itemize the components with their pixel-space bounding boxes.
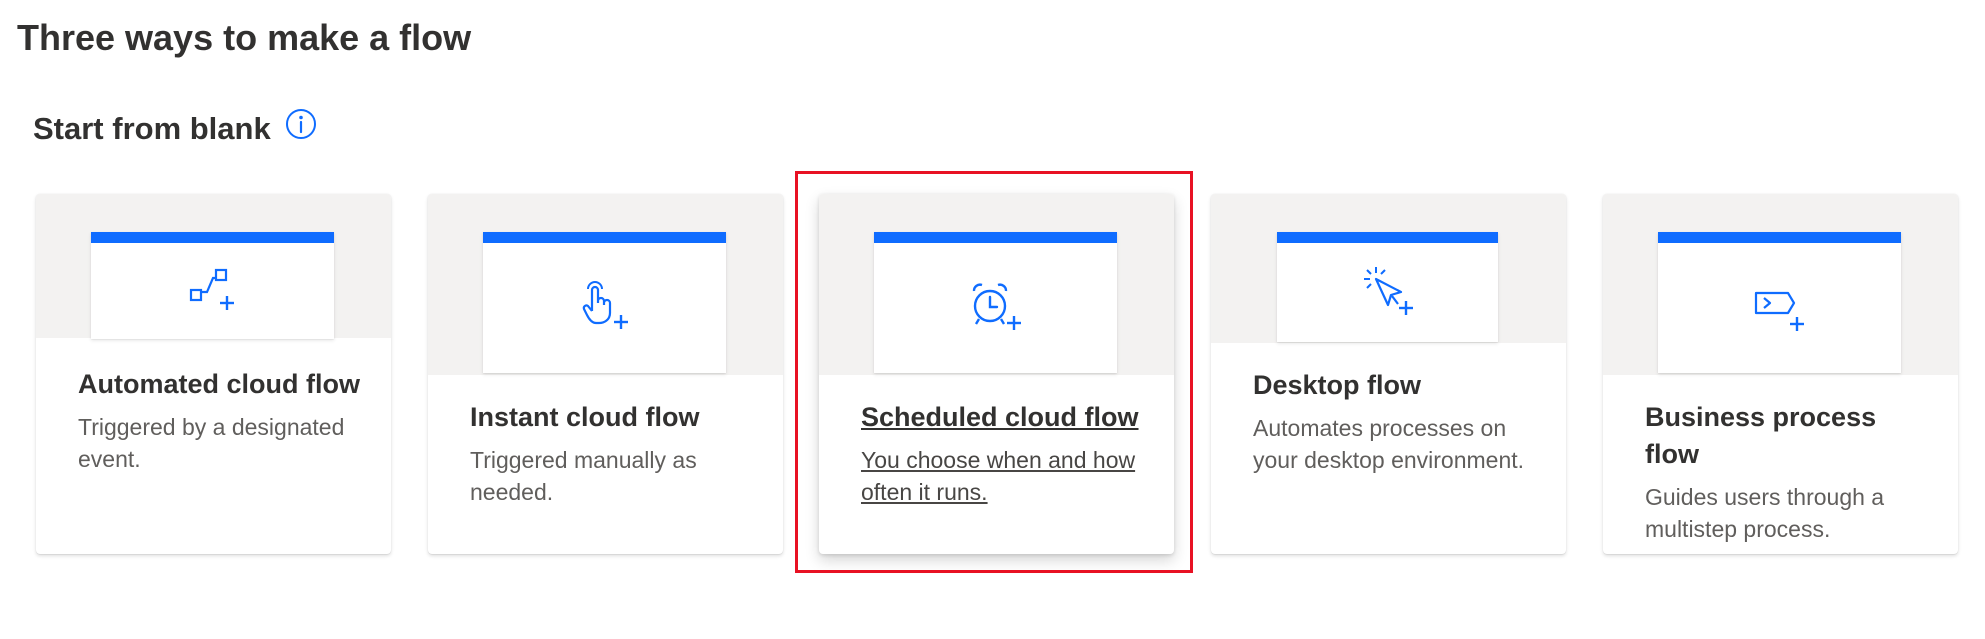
card-description: You choose when and how often it runs. [861, 447, 1136, 505]
card-title: Desktop flow [1253, 370, 1422, 400]
card-title: Instant cloud flow [470, 402, 700, 432]
card-body: Desktop flow Automates processes on your… [1253, 367, 1542, 476]
card-description: Triggered manually as needed. [470, 447, 697, 505]
section-header: Start from blank [33, 107, 319, 151]
section-title: Start from blank [33, 111, 271, 146]
alarm-clock-icon [972, 282, 1021, 330]
card-illustration [1603, 194, 1958, 375]
connected-nodes-icon [189, 268, 234, 310]
window-title-bar [91, 232, 334, 243]
card-body: Automated cloud flow Triggered by a desi… [78, 366, 367, 475]
card-automated-cloud-flow[interactable]: Automated cloud flow Triggered by a desi… [36, 194, 391, 554]
card-title: Automated cloud flow [78, 369, 360, 399]
card-desktop-flow[interactable]: Desktop flow Automates processes on your… [1211, 194, 1566, 554]
window-title-bar [1658, 232, 1901, 243]
card-window-illustration [91, 232, 334, 339]
card-business-process-flow[interactable]: Business process flow Guides users throu… [1603, 194, 1958, 554]
card-body: Scheduled cloud flow You choose when and… [861, 399, 1150, 508]
window-title-bar [874, 232, 1117, 243]
card-window-illustration [1658, 232, 1901, 373]
card-body: Business process flow Guides users throu… [1645, 399, 1934, 545]
card-description: Triggered by a designated event. [78, 414, 345, 472]
card-title: Scheduled cloud flow [861, 402, 1139, 432]
card-window-illustration [874, 232, 1117, 373]
cursor-click-icon [1363, 267, 1413, 315]
card-instant-cloud-flow[interactable]: Instant cloud flow Triggered manually as… [428, 194, 783, 554]
card-title: Business process flow [1645, 402, 1877, 469]
card-illustration [1211, 194, 1566, 343]
card-description: Automates processes on your desktop envi… [1253, 415, 1525, 473]
process-arrow-icon [1754, 291, 1804, 331]
info-icon[interactable] [283, 106, 319, 142]
card-illustration [36, 194, 391, 339]
page-title: Three ways to make a flow [17, 17, 472, 58]
card-window-illustration [1277, 232, 1498, 342]
card-illustration [428, 194, 783, 375]
window-title-bar [483, 232, 726, 243]
card-scheduled-cloud-flow[interactable]: Scheduled cloud flow You choose when and… [819, 194, 1174, 554]
card-body: Instant cloud flow Triggered manually as… [470, 399, 759, 508]
window-title-bar [1277, 232, 1498, 243]
card-description: Guides users through a multistep process… [1645, 484, 1885, 542]
card-illustration [819, 194, 1174, 375]
card-window-illustration [483, 232, 726, 373]
touch-hand-icon [582, 280, 628, 329]
